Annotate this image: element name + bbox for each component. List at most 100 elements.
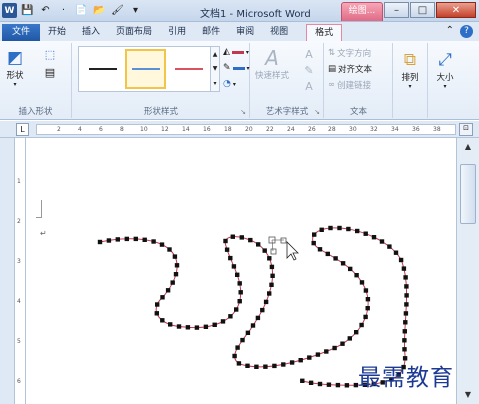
open-folder-icon[interactable]: 📂 [92, 3, 107, 18]
title-bar: W 💾 ↶ · 📄 📂 🖌 ▾ 文档1 - Microsoft Word 绘图.… [0, 0, 479, 22]
ruler-number: 10 [140, 126, 148, 133]
vertical-ruler-background [0, 138, 14, 404]
draw-textbox-icon[interactable]: ▤ [42, 65, 58, 79]
chevron-down-icon: ▾ [13, 81, 17, 88]
gallery-scroll[interactable]: ▲ ▼ ▾ [210, 46, 220, 92]
arrange-button[interactable]: ⧉ 排列 ▾ [399, 49, 421, 90]
tab-format[interactable]: 格式 [306, 24, 343, 41]
shapes-label: 形状 [6, 71, 24, 81]
size-label: 大小 [436, 73, 454, 83]
ruler-number: 20 [245, 126, 253, 133]
shapes-icon: ◩ [6, 48, 24, 68]
style-swatch-black[interactable] [82, 49, 123, 89]
undo-icon[interactable]: ↶ [38, 3, 53, 18]
help-icon[interactable]: ? [460, 25, 473, 38]
text-effects-icon[interactable]: A [301, 79, 317, 93]
vruler-number: 4 [17, 298, 21, 305]
line-sample [131, 68, 160, 70]
chevron-down-icon: ▾ [408, 83, 412, 90]
vruler-number: 1 [17, 178, 21, 185]
create-link-label: 创建链接 [337, 81, 372, 91]
scrollbar-thumb[interactable] [460, 164, 476, 224]
view-ruler-icon[interactable]: ⊡ [459, 123, 473, 136]
line-sample [88, 68, 117, 70]
tab-file[interactable]: 文件 [2, 24, 41, 41]
window-title: 文档1 - Microsoft Word [200, 9, 311, 20]
link-icon: ∞ [328, 80, 336, 90]
style-swatch-red[interactable] [168, 49, 209, 89]
scroll-down-icon[interactable]: ▼ [213, 65, 218, 72]
ruler-strip[interactable]: 2 4 6 8 10 12 14 16 18 20 22 24 26 28 30… [36, 124, 456, 135]
shape-style-gallery [78, 46, 212, 92]
group-arrange: ⧉ 排列 ▾ [394, 43, 428, 118]
ribbon: ◩ 形状 ▾ ⬚ ▤ 插入形状 ▲ ▼ ▾ ◭ ▾ ✎ ▾ ◔ ▾ 形状样式 ↘… [0, 41, 479, 120]
more-icon[interactable]: ▾ [213, 80, 216, 87]
shape-effects-button[interactable]: ◔ ▾ [223, 79, 236, 89]
ruler-number: 34 [391, 126, 399, 133]
tab-view[interactable]: 视图 [262, 24, 296, 41]
text-direction-button[interactable]: ⇅ 文字方向 [328, 47, 371, 59]
create-link-button[interactable]: ∞ 创建链接 [328, 79, 371, 91]
tab-mailings[interactable]: 邮件 [194, 24, 228, 41]
chevron-down-icon: ▾ [443, 83, 447, 90]
paragraph-mark: ↵ [40, 229, 47, 238]
group-label: 文本 [349, 107, 367, 117]
ruler-number: 2 [57, 126, 61, 133]
edit-shape-icon[interactable]: ⬚ [42, 47, 58, 61]
size-icon: ⤢ [438, 50, 452, 70]
close-button[interactable]: ✕ [436, 2, 476, 18]
ruler-number: 24 [287, 126, 295, 133]
scroll-up-icon[interactable]: ▲ [213, 51, 218, 58]
word-app-icon[interactable]: W [2, 3, 17, 18]
group-wordart-styles: A 快速样式 A ✎ A 艺术字样式 ↘ [251, 43, 324, 118]
group-label: 艺术字样式 [265, 107, 309, 117]
wordart-a-icon: A [265, 46, 279, 70]
dialog-launcher-icon[interactable]: ↘ [240, 108, 246, 116]
drawing-tools-context-title: 绘图... [341, 2, 383, 21]
outline-color-bar [232, 66, 245, 70]
customize-quick-access-icon[interactable]: ▾ [128, 3, 143, 18]
ruler-number: 4 [78, 126, 82, 133]
quick-styles-button[interactable]: A 快速样式 [255, 46, 290, 81]
tab-review[interactable]: 审阅 [228, 24, 262, 41]
tab-page-layout[interactable]: 页面布局 [108, 24, 160, 41]
text-direction-label: 文字方向 [337, 49, 372, 59]
minimize-button[interactable]: – [384, 2, 409, 18]
save-icon[interactable]: 💾 [20, 3, 35, 18]
ruler-number: 30 [349, 126, 357, 133]
new-document-icon[interactable]: 📄 [74, 3, 89, 18]
quick-styles-label: 快速样式 [255, 71, 290, 81]
vruler-number: 5 [17, 338, 21, 345]
horizontal-ruler: L 2 4 6 8 10 12 14 16 18 20 22 24 26 28 … [0, 121, 479, 138]
dialog-launcher-icon[interactable]: ↘ [314, 108, 320, 116]
align-text-button[interactable]: ▤ 对齐文本 [328, 63, 372, 75]
text-outline-icon[interactable]: ✎ [301, 63, 317, 77]
shape-outline-button[interactable]: ✎ ▾ [223, 63, 250, 73]
chevron-down-icon: ▾ [245, 48, 249, 56]
maximize-button[interactable]: □ [410, 2, 435, 18]
watermark-text: 最需教育 [358, 365, 454, 391]
tab-references[interactable]: 引用 [160, 24, 194, 41]
text-direction-icon: ⇅ [328, 48, 336, 58]
align-text-label: 对齐文本 [338, 65, 373, 75]
scroll-down-arrow-icon[interactable]: ▼ [461, 390, 475, 402]
tab-selector[interactable]: L [16, 123, 29, 136]
group-shape-styles: ▲ ▼ ▾ ◭ ▾ ✎ ▾ ◔ ▾ 形状样式 ↘ [73, 43, 250, 118]
vruler-number: 2 [17, 218, 21, 225]
shape-fill-button[interactable]: ◭ ▾ [223, 47, 249, 57]
vertical-scrollbar[interactable]: ▲ ▼ [456, 138, 479, 404]
ruler-number: 12 [161, 126, 169, 133]
shapes-button[interactable]: ◩ 形状 ▾ [4, 47, 26, 88]
tab-insert[interactable]: 插入 [74, 24, 108, 41]
format-painter-icon[interactable]: 🖌 [110, 3, 125, 18]
ruler-number: 28 [328, 126, 336, 133]
ruler-number: 32 [370, 126, 378, 133]
style-swatch-blue[interactable] [125, 49, 166, 89]
scroll-up-arrow-icon[interactable]: ▲ [461, 142, 475, 154]
tab-home[interactable]: 开始 [40, 24, 74, 41]
text-fill-icon[interactable]: A [301, 47, 317, 61]
vertical-ruler[interactable]: 1 2 3 4 5 6 [14, 138, 26, 404]
minimize-ribbon-icon[interactable]: ⌃ [446, 25, 454, 38]
ruler-number: 16 [203, 126, 211, 133]
size-button[interactable]: ⤢ 大小 ▾ [434, 49, 456, 90]
